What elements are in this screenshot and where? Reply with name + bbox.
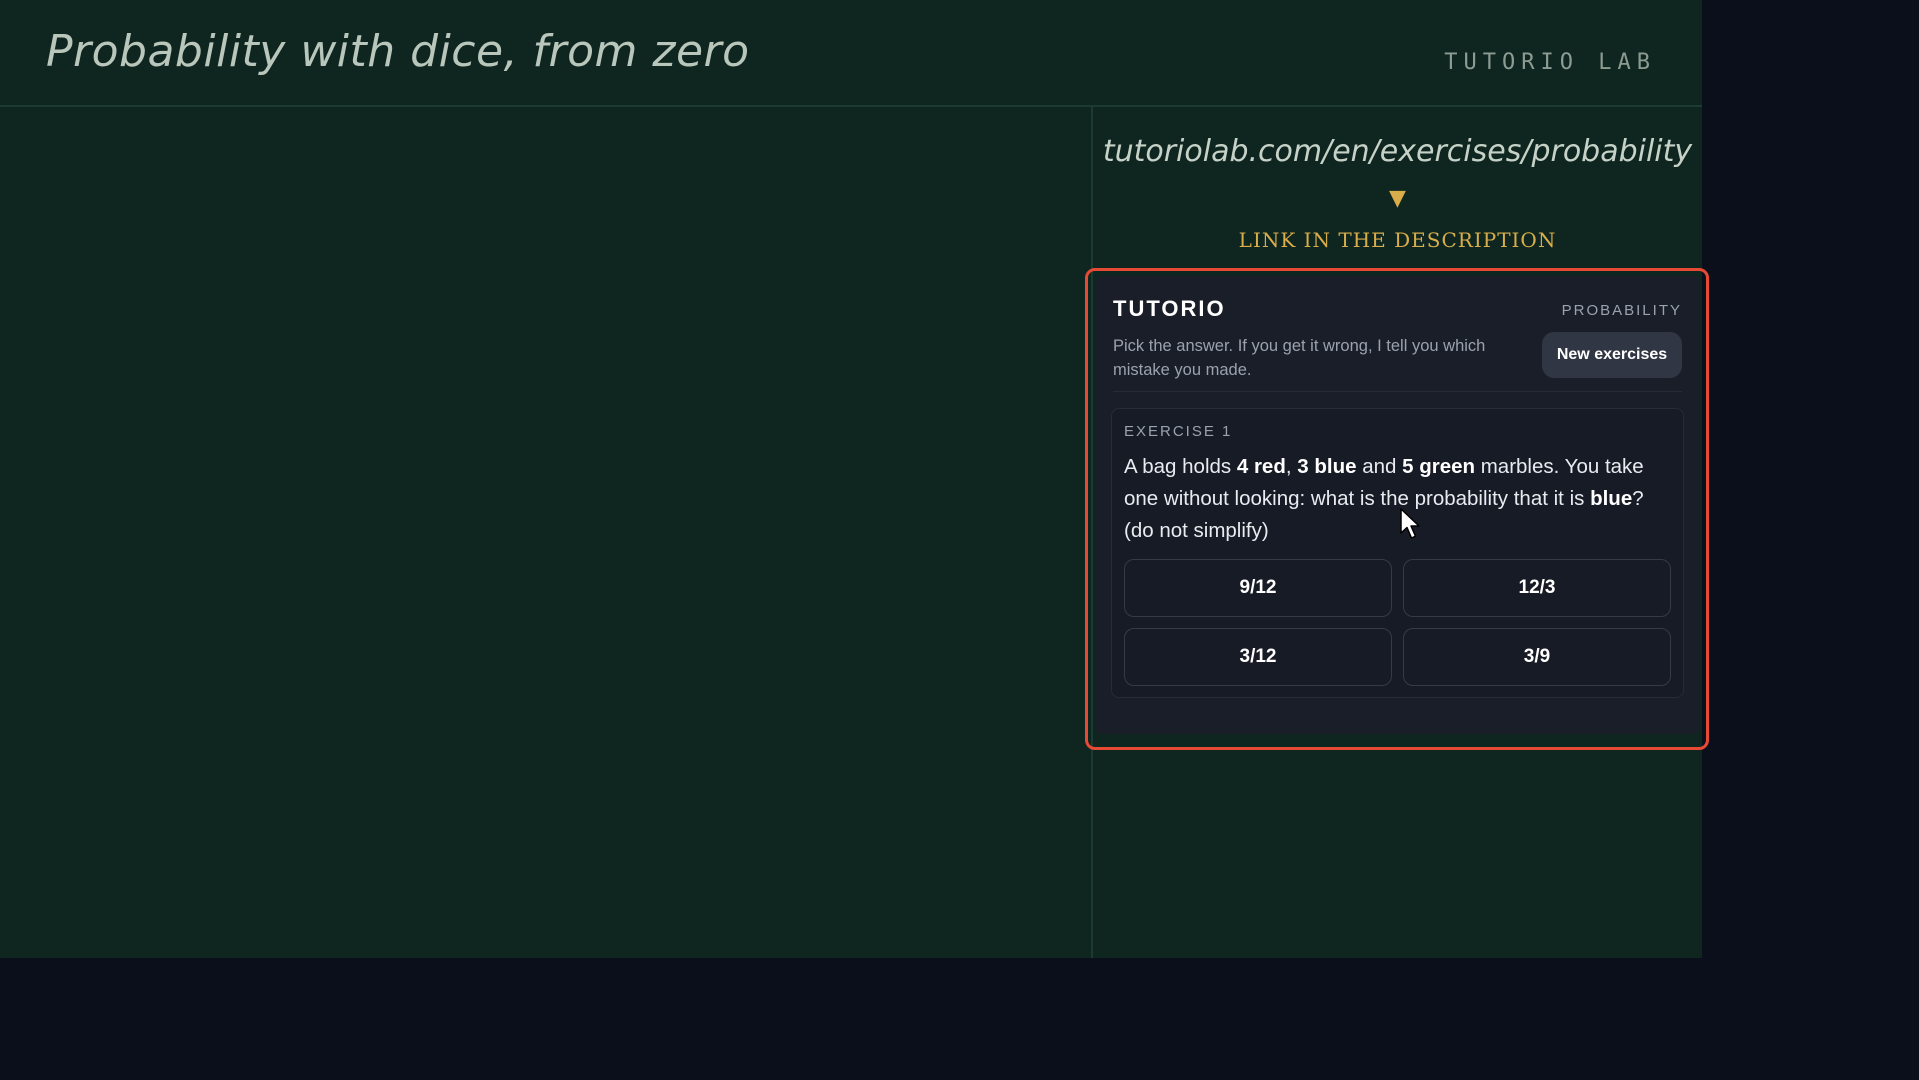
video-stage: Probability with dice, from zero TUTORIO…: [0, 0, 1709, 958]
page-title: Probability with dice, from zero: [46, 26, 750, 77]
card-logo: TUTORIO: [1113, 296, 1226, 321]
top-bar: Probability with dice, from zero TUTORIO…: [0, 0, 1702, 107]
answer-option[interactable]: 12/3: [1403, 559, 1671, 617]
promo-url: tutoriolab.com/en/exercises/probability: [1102, 134, 1693, 169]
promo-cta: LINK IN THE DESCRIPTION: [1238, 228, 1557, 252]
topic-label: PROBABILITY: [1561, 302, 1682, 319]
answer-option[interactable]: 3/9: [1403, 628, 1671, 686]
question-text: A bag holds: [1124, 455, 1237, 478]
card-subtitle: Pick the answer. If you get it wrong, I …: [1113, 337, 1486, 379]
brand-name: TUTORIO LAB: [1444, 50, 1656, 75]
exercise-label: EXERCISE 1: [1124, 423, 1233, 440]
exercise-panel: EXERCISE 1 A bag holds 4 red, 3 blue and…: [1111, 408, 1684, 698]
question-highlight-red: 4 red: [1236, 455, 1286, 478]
tutorio-card: TUTORIO PROBABILITY Pick the answer. If …: [1095, 276, 1700, 734]
question-highlight-green: 5 green: [1402, 455, 1476, 478]
arrow-down-icon: ▼: [1389, 186, 1406, 211]
question-text: ,: [1285, 455, 1298, 478]
exercise-question: A bag holds 4 red, 3 blue and 5 green ma…: [1124, 451, 1674, 547]
answer-option[interactable]: 3/12: [1124, 628, 1392, 686]
question-highlight-blue: blue: [1590, 487, 1633, 510]
question-text: and: [1356, 455, 1403, 478]
new-exercises-button[interactable]: New exercises: [1542, 332, 1682, 378]
answer-option[interactable]: 9/12: [1124, 559, 1392, 617]
mouse-pointer-icon: [1400, 508, 1420, 539]
question-highlight-blue-count: 3 blue: [1297, 455, 1357, 478]
card-separator: [1113, 391, 1682, 392]
